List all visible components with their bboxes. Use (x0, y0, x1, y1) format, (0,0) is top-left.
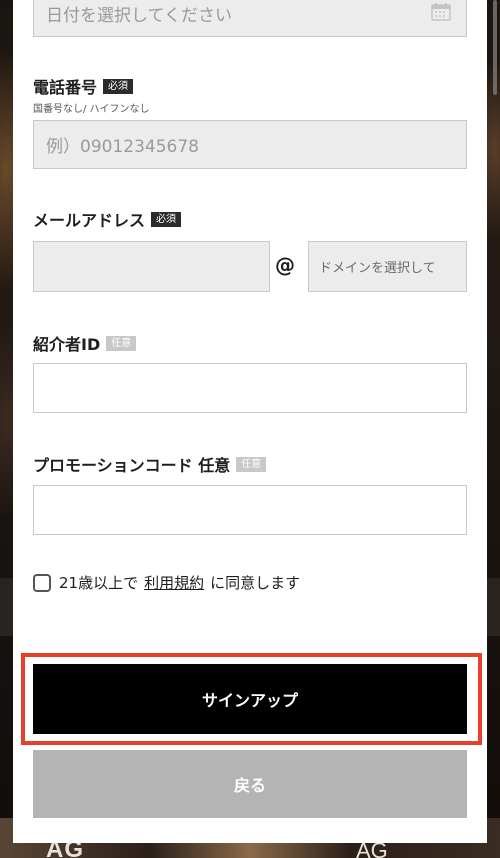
promo-label: プロモーションコード 任意 任意 (33, 452, 267, 476)
email-local-input[interactable] (33, 241, 270, 292)
optional-badge: 任意 (236, 456, 267, 472)
referrer-input[interactable] (33, 363, 467, 413)
email-domain-select[interactable]: ドメインを選択して (308, 241, 467, 292)
date-placeholder: 日付を選択してください (46, 6, 232, 26)
agree-row: 21歳以上で 利用規約 に同意します (33, 572, 300, 593)
phone-label: 電話番号 必須 (33, 74, 134, 98)
email-label-text: メールアドレス (33, 211, 146, 230)
email-label: メールアドレス 必須 (33, 207, 182, 231)
phone-placeholder: 例）09012345678 (46, 137, 199, 157)
agree-prefix: 21歳以上で (59, 574, 139, 592)
referrer-label: 紹介者ID 任意 (33, 331, 137, 355)
required-badge: 必須 (103, 78, 134, 94)
terms-link[interactable]: 利用規約 (144, 572, 204, 593)
phone-label-text: 電話番号 (33, 78, 98, 97)
at-sign: @ (275, 253, 295, 277)
calendar-icon[interactable] (431, 3, 451, 21)
signup-button[interactable]: サインアップ (33, 664, 467, 734)
back-button[interactable]: 戻る (33, 750, 467, 818)
promo-label-text: プロモーションコード 任意 (33, 456, 231, 475)
required-badge: 必須 (151, 211, 182, 227)
phone-sublabel: 国番号なし/ ハイフンなし (33, 104, 150, 115)
optional-badge: 任意 (106, 335, 137, 351)
phone-input[interactable]: 例）09012345678 (33, 120, 467, 169)
email-domain-placeholder: ドメインを選択して (319, 261, 436, 276)
agree-checkbox[interactable] (33, 573, 51, 592)
promo-input[interactable] (33, 485, 467, 535)
agree-suffix: に同意します (210, 574, 301, 592)
referrer-label-text: 紹介者ID (33, 335, 101, 354)
scrollbar[interactable] (493, 0, 497, 95)
date-input[interactable]: 日付を選択してください (33, 0, 467, 37)
